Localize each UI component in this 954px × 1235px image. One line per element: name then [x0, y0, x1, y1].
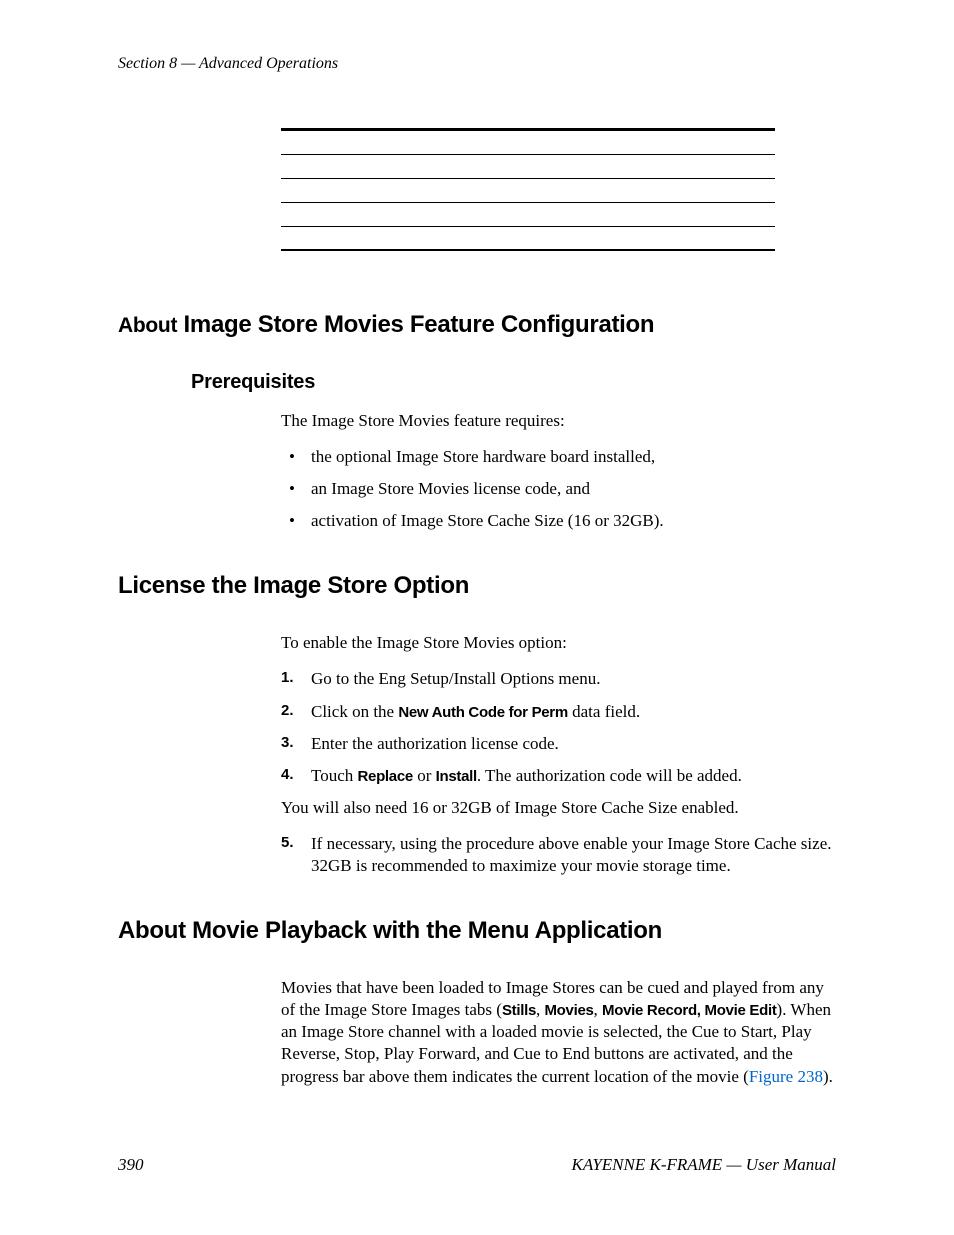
- step-text: Click on the: [311, 702, 398, 721]
- step-text: data field.: [568, 702, 640, 721]
- section-license: License the Image Store Option To enable…: [118, 572, 836, 877]
- step-item: Click on the New Auth Code for Perm data…: [281, 701, 836, 723]
- figure-reference-link[interactable]: Figure 238: [749, 1067, 823, 1086]
- paragraph-text: ).: [823, 1067, 833, 1086]
- ui-label: Stills: [502, 1002, 536, 1019]
- heading-playback: About Movie Playback with the Menu Appli…: [118, 917, 836, 945]
- ui-label: New Auth Code for Perm: [398, 704, 568, 721]
- playback-paragraph: Movies that have been loaded to Image St…: [281, 977, 836, 1087]
- license-intro: To enable the Image Store Movies option:: [281, 632, 836, 654]
- document-title: KAYENNE K-FRAME — User Manual: [572, 1155, 836, 1175]
- step-text: . The authorization code will be added.: [477, 766, 742, 785]
- heading-prefix: About: [118, 314, 177, 337]
- ui-label: Replace: [358, 768, 413, 785]
- license-note: You will also need 16 or 32GB of Image S…: [281, 797, 836, 819]
- empty-table: [281, 128, 775, 251]
- step-text: Touch: [311, 766, 358, 785]
- step-item: If necessary, using the procedure above …: [281, 833, 836, 877]
- prerequisites-intro: The Image Store Movies feature requires:: [281, 410, 836, 432]
- heading-feature-config: About Image Store Movies Feature Configu…: [118, 311, 836, 339]
- step-text: or: [413, 766, 436, 785]
- heading-license: License the Image Store Option: [118, 572, 836, 600]
- prerequisites-list: the optional Image Store hardware board …: [281, 446, 836, 532]
- paragraph-text: ,: [594, 1000, 603, 1019]
- page-footer: 390 KAYENNE K-FRAME — User Manual: [118, 1155, 836, 1175]
- heading-main: Image Store Movies Feature Configuration: [184, 311, 655, 338]
- ui-label: Movie Record, Movie Edit: [602, 1002, 777, 1019]
- list-item: an Image Store Movies license code, and: [281, 478, 836, 500]
- step-item: Touch Replace or Install. The authorizat…: [281, 765, 836, 787]
- section-header: Section 8 — Advanced Operations: [118, 55, 836, 73]
- list-item: the optional Image Store hardware board …: [281, 446, 836, 468]
- section-feature-config: About Image Store Movies Feature Configu…: [118, 311, 836, 532]
- license-steps-cont: If necessary, using the procedure above …: [281, 833, 836, 877]
- section-playback: About Movie Playback with the Menu Appli…: [118, 917, 836, 1087]
- page-number: 390: [118, 1155, 144, 1175]
- list-item: activation of Image Store Cache Size (16…: [281, 510, 836, 532]
- license-steps: Go to the Eng Setup/Install Options menu…: [281, 668, 836, 786]
- step-item: Enter the authorization license code.: [281, 733, 836, 755]
- subheading-prerequisites: Prerequisites: [191, 371, 836, 394]
- step-item: Go to the Eng Setup/Install Options menu…: [281, 668, 836, 690]
- ui-label: Movies: [544, 1002, 593, 1019]
- ui-label: Install: [436, 768, 477, 785]
